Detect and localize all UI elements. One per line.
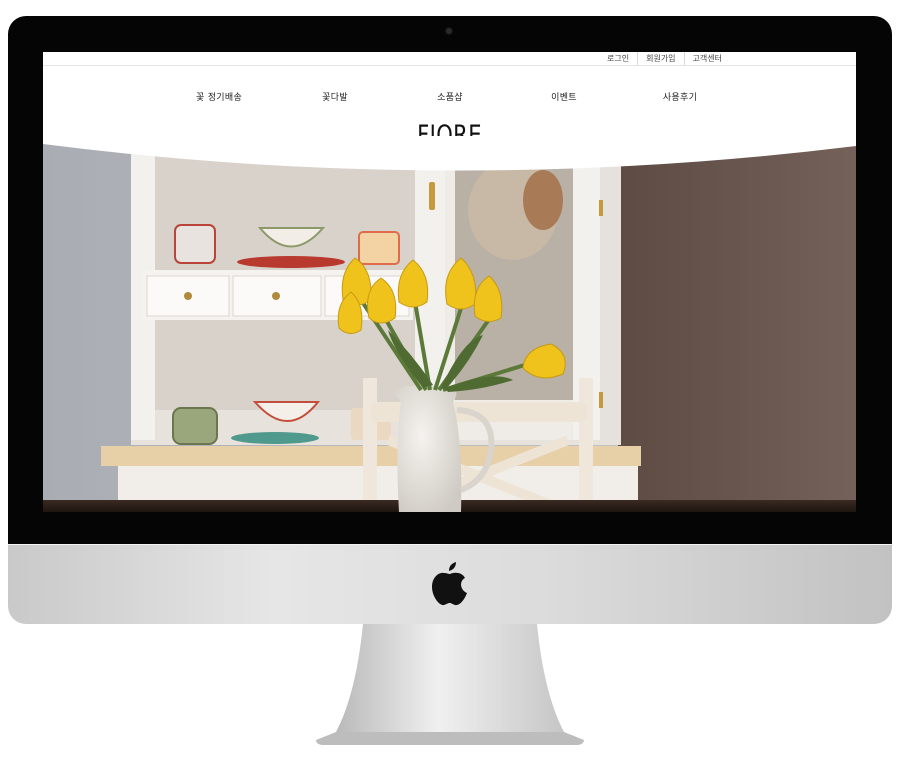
customer-center-link[interactable]: 고객센터 (685, 52, 730, 65)
nav-item-shop[interactable]: 소품샵 (437, 90, 463, 103)
utility-bar: 로그인 회원가입 고객센터 (43, 52, 856, 66)
apple-logo-icon (432, 562, 467, 606)
hero-image (43, 140, 856, 512)
utility-links: 로그인 회원가입 고객센터 (599, 52, 730, 65)
header-curve (43, 136, 856, 171)
login-link[interactable]: 로그인 (599, 52, 639, 65)
nav-item-bouquet[interactable]: 꽃다발 (322, 90, 348, 103)
monitor-stand (316, 624, 584, 745)
nav-item-subscription[interactable]: 꽃 정기배송 (196, 90, 242, 103)
nav-item-event[interactable]: 이벤트 (551, 90, 577, 103)
camera-icon (446, 28, 452, 34)
nav-item-reviews[interactable]: 사용후기 (663, 90, 697, 103)
signup-link[interactable]: 회원가입 (638, 52, 685, 65)
main-nav: 꽃 정기배송 꽃다발 소품샵 이벤트 사용후기 (43, 90, 856, 106)
website-screen: 로그인 회원가입 고객센터 꽃 정기배송 꽃다발 소품샵 이벤트 사용후기 FI… (43, 52, 856, 512)
